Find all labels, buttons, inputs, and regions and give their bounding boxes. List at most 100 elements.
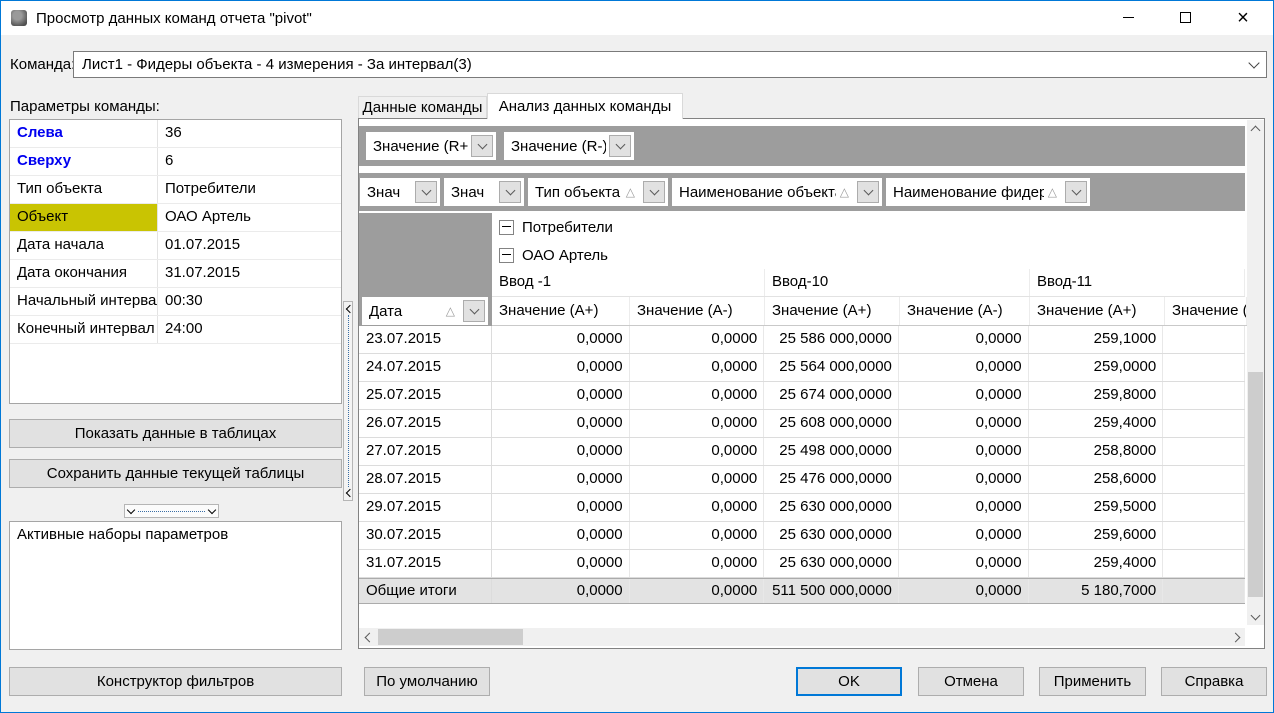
- collapse-minus-icon[interactable]: [499, 220, 514, 235]
- params-table[interactable]: Слева36Сверху6Тип объектаПотребителиОбъе…: [9, 119, 342, 404]
- value-cell[interactable]: 25 586 000,0000: [764, 326, 899, 353]
- value-cell[interactable]: 0,0000: [899, 326, 1029, 353]
- value-cell[interactable]: [1163, 579, 1245, 603]
- column-field-dropdown-button[interactable]: [1065, 181, 1087, 203]
- column-field-dropdown-button[interactable]: [499, 181, 521, 203]
- value-cell[interactable]: 0,0000: [899, 466, 1029, 493]
- horizontal-scrollbar-thumb[interactable]: [378, 629, 523, 645]
- value-cell[interactable]: 258,6000: [1029, 466, 1164, 493]
- tab-command-data-analysis[interactable]: Анализ данных команды: [487, 93, 683, 119]
- value-cell[interactable]: 0,0000: [492, 494, 630, 521]
- scroll-right-button[interactable]: [1228, 628, 1245, 646]
- value-cell[interactable]: 259,6000: [1029, 522, 1164, 549]
- scroll-left-button[interactable]: [359, 628, 376, 646]
- command-combobox[interactable]: Лист1 - Фидеры объекта - 4 измерения - З…: [73, 51, 1267, 78]
- value-cell[interactable]: 0,0000: [492, 410, 630, 437]
- value-cell[interactable]: 259,4000: [1029, 550, 1164, 577]
- filter-constructor-button[interactable]: Конструктор фильтров: [9, 667, 342, 696]
- row-field-date-dropdown-button[interactable]: [463, 300, 485, 322]
- show-data-button[interactable]: Показать данные в таблицах: [9, 419, 342, 448]
- date-cell[interactable]: 27.07.2015: [359, 438, 492, 465]
- data-filter-field-dropdown-button[interactable]: [471, 135, 493, 157]
- param-row[interactable]: Конечный интервал24:00: [10, 316, 341, 344]
- param-row[interactable]: Дата окончания31.07.2015: [10, 260, 341, 288]
- column-field[interactable]: Тип объекта△: [528, 178, 668, 206]
- param-row[interactable]: Слева36: [10, 120, 341, 148]
- value-cell[interactable]: 0,0000: [630, 522, 765, 549]
- value-cell[interactable]: 259,8000: [1029, 382, 1164, 409]
- minimize-button[interactable]: [1105, 1, 1151, 34]
- date-cell[interactable]: 25.07.2015: [359, 382, 492, 409]
- default-button[interactable]: По умолчанию: [364, 667, 490, 696]
- value-cell[interactable]: 25 630 000,0000: [764, 522, 899, 549]
- row-field-date[interactable]: Дата △: [362, 297, 488, 325]
- column-field-dropdown-button[interactable]: [643, 181, 665, 203]
- vertical-scrollbar-thumb[interactable]: [1248, 372, 1263, 597]
- help-button[interactable]: Справка: [1161, 667, 1267, 696]
- date-cell[interactable]: 24.07.2015: [359, 354, 492, 381]
- scroll-up-button[interactable]: [1247, 120, 1264, 137]
- value-cell[interactable]: 0,0000: [630, 326, 765, 353]
- value-cell[interactable]: 0,0000: [630, 382, 765, 409]
- value-cell[interactable]: 0,0000: [492, 466, 630, 493]
- date-cell[interactable]: 31.07.2015: [359, 550, 492, 577]
- value-cell[interactable]: 25 630 000,0000: [764, 550, 899, 577]
- value-cell[interactable]: [1163, 410, 1245, 437]
- value-cell[interactable]: 0,0000: [630, 354, 765, 381]
- value-cell[interactable]: 259,4000: [1029, 410, 1164, 437]
- value-cell[interactable]: 25 608 000,0000: [764, 410, 899, 437]
- date-cell[interactable]: Общие итоги: [359, 579, 492, 603]
- collapse-minus-icon[interactable]: [499, 248, 514, 263]
- value-cell[interactable]: 0,0000: [492, 326, 630, 353]
- param-row[interactable]: Дата начала01.07.2015: [10, 232, 341, 260]
- date-cell[interactable]: 26.07.2015: [359, 410, 492, 437]
- value-cell[interactable]: 511 500 000,0000: [764, 579, 899, 603]
- value-cell[interactable]: 0,0000: [630, 466, 765, 493]
- value-cell[interactable]: 25 476 000,0000: [764, 466, 899, 493]
- apply-button[interactable]: Применить: [1039, 667, 1146, 696]
- value-cell[interactable]: [1163, 550, 1245, 577]
- close-button[interactable]: ×: [1220, 1, 1266, 34]
- value-cell[interactable]: 0,0000: [899, 438, 1029, 465]
- value-cell[interactable]: [1163, 382, 1245, 409]
- value-cell[interactable]: 0,0000: [630, 550, 765, 577]
- value-cell[interactable]: 0,0000: [899, 410, 1029, 437]
- value-cell[interactable]: 0,0000: [630, 438, 765, 465]
- value-cell[interactable]: [1163, 354, 1245, 381]
- column-field[interactable]: Наименование объекта△: [672, 178, 882, 206]
- value-cell[interactable]: 0,0000: [492, 382, 630, 409]
- cancel-button[interactable]: Отмена: [918, 667, 1024, 696]
- value-cell[interactable]: [1163, 522, 1245, 549]
- value-cell[interactable]: [1163, 326, 1245, 353]
- data-filter-field-dropdown-button[interactable]: [609, 135, 631, 157]
- panel-splitter[interactable]: [343, 301, 353, 501]
- value-cell[interactable]: 259,0000: [1029, 354, 1164, 381]
- value-cell[interactable]: 25 498 000,0000: [764, 438, 899, 465]
- value-cell[interactable]: 0,0000: [630, 494, 765, 521]
- data-filter-field[interactable]: Значение (R+): [366, 132, 496, 160]
- value-cell[interactable]: 0,0000: [492, 579, 630, 603]
- value-cell[interactable]: 0,0000: [899, 579, 1029, 603]
- value-cell[interactable]: 259,5000: [1029, 494, 1164, 521]
- value-cell[interactable]: 258,8000: [1029, 438, 1164, 465]
- value-cell[interactable]: 25 564 000,0000: [764, 354, 899, 381]
- value-cell[interactable]: 0,0000: [899, 522, 1029, 549]
- vertical-scrollbar[interactable]: [1247, 120, 1264, 625]
- param-row[interactable]: Начальный интервал00:30: [10, 288, 341, 316]
- value-cell[interactable]: 25 674 000,0000: [764, 382, 899, 409]
- value-cell[interactable]: 259,1000: [1029, 326, 1164, 353]
- value-cell[interactable]: 0,0000: [492, 354, 630, 381]
- column-field-dropdown-button[interactable]: [857, 181, 879, 203]
- column-field[interactable]: Наименование фидера△: [886, 178, 1090, 206]
- scroll-down-button[interactable]: [1247, 608, 1264, 625]
- horizontal-scrollbar[interactable]: [359, 628, 1245, 646]
- save-data-button[interactable]: Сохранить данные текущей таблицы: [9, 459, 342, 488]
- value-cell[interactable]: 5 180,7000: [1029, 579, 1164, 603]
- param-row[interactable]: Тип объектаПотребители: [10, 176, 341, 204]
- value-cell[interactable]: 0,0000: [899, 494, 1029, 521]
- ok-button[interactable]: OK: [796, 667, 902, 696]
- value-cell[interactable]: [1163, 438, 1245, 465]
- value-cell[interactable]: 0,0000: [630, 410, 765, 437]
- column-field[interactable]: Знач: [360, 178, 440, 206]
- tab-command-data[interactable]: Данные команды: [358, 96, 487, 118]
